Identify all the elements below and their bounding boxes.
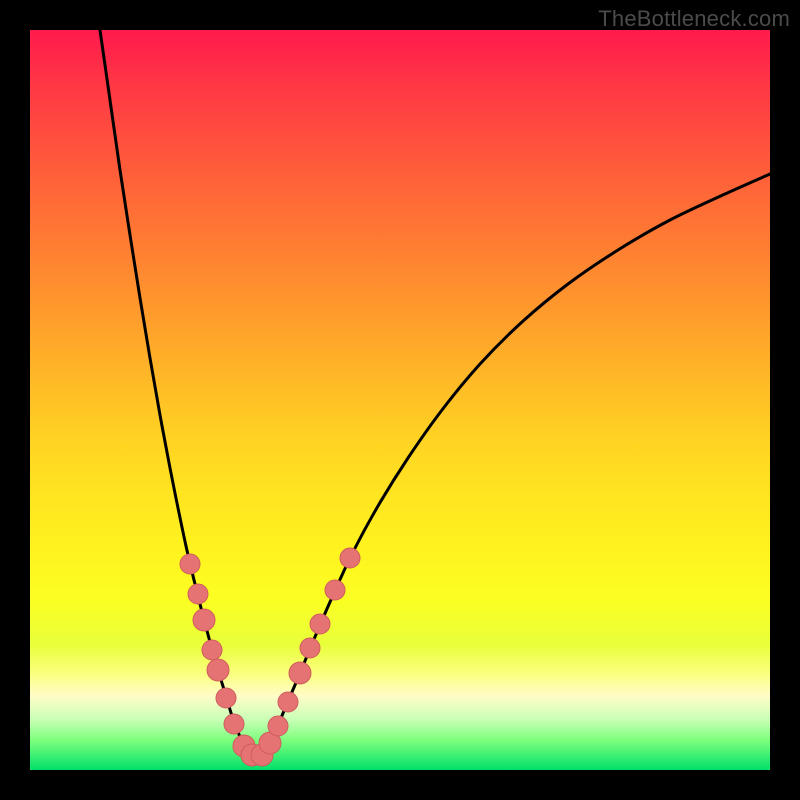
data-dot <box>300 638 320 658</box>
bottleneck-curve <box>100 30 770 757</box>
data-dot <box>310 614 330 634</box>
data-dot <box>180 554 200 574</box>
data-dot <box>278 692 298 712</box>
data-dot <box>224 714 244 734</box>
data-dot <box>289 662 311 684</box>
plot-area <box>30 30 770 770</box>
data-dot <box>216 688 236 708</box>
watermark-text: TheBottleneck.com <box>598 6 790 32</box>
curve-layer <box>30 30 770 770</box>
data-dot <box>268 716 288 736</box>
data-dot <box>193 609 215 631</box>
data-dot <box>188 584 208 604</box>
data-dot <box>325 580 345 600</box>
data-dots <box>180 548 360 766</box>
chart-frame: TheBottleneck.com <box>0 0 800 800</box>
data-dot <box>207 659 229 681</box>
data-dot <box>340 548 360 568</box>
data-dot <box>202 640 222 660</box>
